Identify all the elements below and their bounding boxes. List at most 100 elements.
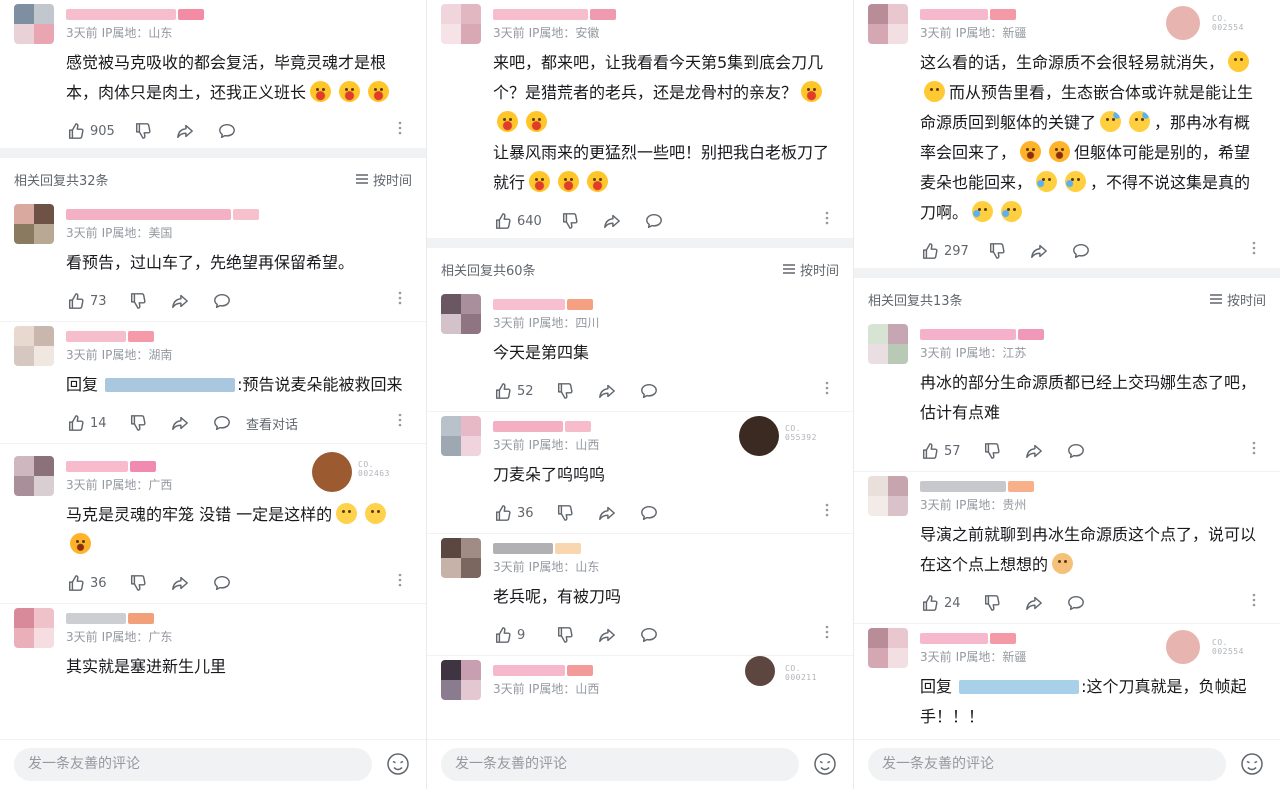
thumb-down-icon[interactable]: [555, 503, 575, 523]
thumb-up-icon[interactable]: [66, 291, 86, 311]
sort-button[interactable]: 按时间: [782, 260, 839, 279]
share-icon[interactable]: [1029, 241, 1049, 261]
thumb-down-icon[interactable]: [133, 121, 153, 141]
more-dots-icon[interactable]: [390, 573, 410, 591]
share-icon[interactable]: [1024, 593, 1044, 613]
emoji-face-icon[interactable]: [813, 752, 837, 776]
fan-badge[interactable]: CO. 002463: [312, 452, 408, 492]
comment-icon[interactable]: [1071, 241, 1091, 261]
comment-text: 这么看的话，生命源质不会很轻易就消失，而从预告里看，生态嵌合体或许就是能让生命源…: [920, 51, 1254, 222]
thumb-down-icon[interactable]: [555, 381, 575, 401]
avatar[interactable]: [441, 538, 481, 578]
avatar[interactable]: [441, 4, 481, 44]
sort-button[interactable]: 按时间: [355, 170, 412, 189]
comment-input[interactable]: 发一条友善的评论: [441, 748, 799, 781]
comment-input[interactable]: 发一条友善的评论: [14, 748, 372, 781]
more-dots-icon[interactable]: [1244, 241, 1264, 259]
more-dots-icon[interactable]: [817, 381, 837, 399]
share-icon[interactable]: [170, 413, 190, 433]
more-dots-icon[interactable]: [390, 413, 410, 431]
thumb-down-icon[interactable]: [555, 625, 575, 645]
comment-text: 回复 :预告说麦朵能被救回来: [66, 375, 403, 394]
share-icon[interactable]: [602, 211, 622, 231]
thumb-up-icon[interactable]: [493, 211, 513, 231]
thumb-up-icon[interactable]: [66, 573, 86, 593]
thumb-down-icon[interactable]: [982, 593, 1002, 613]
comment-icon[interactable]: [212, 291, 232, 311]
comment-icon[interactable]: [639, 381, 659, 401]
comment-icon[interactable]: [639, 625, 659, 645]
emoji-face-icon[interactable]: [386, 752, 410, 776]
fan-badge[interactable]: CO. 055392: [739, 416, 835, 456]
comment-icon[interactable]: [212, 573, 232, 593]
avatar[interactable]: [14, 4, 54, 44]
username[interactable]: [66, 610, 410, 626]
comment-list[interactable]: 3天前 IP属地：山东 感觉被马克吸收的都会复活，毕竟灵魂才是根本，肉体只是肉土，…: [0, 0, 426, 789]
share-icon[interactable]: [170, 573, 190, 593]
share-icon[interactable]: [1024, 441, 1044, 461]
avatar[interactable]: [14, 608, 54, 648]
fan-badge[interactable]: CO. 002554: [1166, 630, 1262, 670]
avatar[interactable]: [14, 204, 54, 244]
fan-badge[interactable]: CO. 000211: [739, 656, 835, 696]
view-conversation-link[interactable]: 查看对话: [246, 414, 298, 433]
more-dots-icon[interactable]: [817, 211, 837, 229]
mentioned-user[interactable]: [959, 680, 1080, 694]
thumb-up-icon[interactable]: [920, 241, 940, 261]
avatar[interactable]: [14, 326, 54, 366]
thumb-up-icon[interactable]: [66, 413, 86, 433]
thumb-up-icon[interactable]: [920, 593, 940, 613]
username[interactable]: [66, 6, 410, 22]
avatar[interactable]: [441, 416, 481, 456]
thumb-up-icon[interactable]: [493, 381, 513, 401]
thumb-up-icon[interactable]: [66, 121, 86, 141]
username[interactable]: [493, 6, 837, 22]
share-icon[interactable]: [597, 381, 617, 401]
more-dots-icon[interactable]: [817, 503, 837, 521]
thumb-down-icon[interactable]: [128, 291, 148, 311]
username[interactable]: [493, 540, 837, 556]
thumb-down-icon[interactable]: [987, 241, 1007, 261]
more-dots-icon[interactable]: [1244, 441, 1264, 459]
thumb-down-icon[interactable]: [128, 573, 148, 593]
emoji-face-icon[interactable]: [1240, 752, 1264, 776]
comment-input[interactable]: 发一条友善的评论: [868, 748, 1226, 781]
share-icon[interactable]: [597, 503, 617, 523]
username[interactable]: [920, 326, 1264, 342]
comment-icon[interactable]: [217, 121, 237, 141]
share-icon[interactable]: [175, 121, 195, 141]
username[interactable]: [66, 328, 410, 344]
more-dots-icon[interactable]: [390, 121, 410, 139]
comment-icon[interactable]: [1066, 593, 1086, 613]
avatar[interactable]: [868, 628, 908, 668]
username[interactable]: [493, 296, 837, 312]
share-icon[interactable]: [597, 625, 617, 645]
share-icon[interactable]: [170, 291, 190, 311]
thumb-up-icon[interactable]: [920, 441, 940, 461]
comment-icon[interactable]: [1066, 441, 1086, 461]
more-dots-icon[interactable]: [1244, 593, 1264, 611]
avatar[interactable]: [14, 456, 54, 496]
thumb-up-icon[interactable]: [493, 503, 513, 523]
comment-list[interactable]: CO. 002554 3天前 IP属地：新疆 这么看的话，生命源质不会很轻易就消失，…: [854, 0, 1280, 789]
avatar[interactable]: [868, 4, 908, 44]
more-dots-icon[interactable]: [817, 625, 837, 643]
more-dots-icon[interactable]: [390, 291, 410, 309]
thumb-down-icon[interactable]: [128, 413, 148, 433]
fan-badge[interactable]: CO. 002554: [1166, 6, 1262, 46]
avatar[interactable]: [441, 294, 481, 334]
sort-button[interactable]: 按时间: [1209, 290, 1266, 309]
thumb-up-icon[interactable]: [493, 625, 513, 645]
comment-list[interactable]: 3天前 IP属地：安徽 来吧，都来吧，让我看看今天第5集到底会刀几个？是猎荒者的老…: [427, 0, 853, 789]
avatar[interactable]: [441, 660, 481, 700]
thumb-down-icon[interactable]: [982, 441, 1002, 461]
comment-icon[interactable]: [212, 413, 232, 433]
username[interactable]: [920, 478, 1264, 494]
comment-icon[interactable]: [644, 211, 664, 231]
thumb-down-icon[interactable]: [560, 211, 580, 231]
avatar[interactable]: [868, 476, 908, 516]
username[interactable]: [66, 206, 410, 222]
avatar[interactable]: [868, 324, 908, 364]
comment-icon[interactable]: [639, 503, 659, 523]
mentioned-user[interactable]: [105, 378, 236, 392]
